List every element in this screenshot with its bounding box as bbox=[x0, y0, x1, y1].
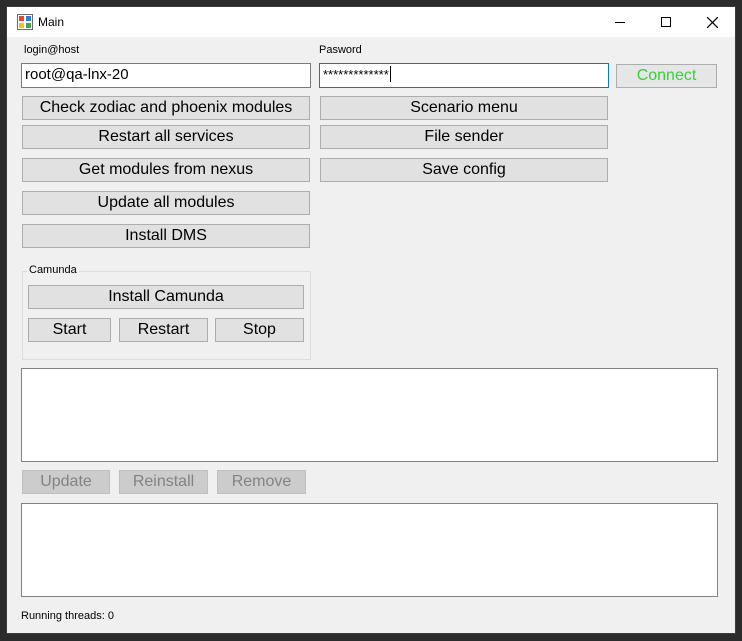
file-sender-label: File sender bbox=[424, 128, 504, 145]
password-value: ************* bbox=[323, 67, 389, 82]
reinstall-button[interactable]: Reinstall bbox=[119, 470, 208, 494]
get-modules-nexus-button[interactable]: Get modules from nexus bbox=[22, 158, 310, 182]
restart-services-button[interactable]: Restart all services bbox=[22, 125, 310, 149]
save-config-button[interactable]: Save config bbox=[320, 158, 608, 182]
get-modules-nexus-label: Get modules from nexus bbox=[78, 161, 254, 178]
text-caret bbox=[389, 66, 391, 82]
update-button[interactable]: Update bbox=[22, 470, 110, 494]
camunda-group-legend: Camunda bbox=[27, 264, 79, 276]
app-icon bbox=[17, 14, 33, 30]
check-modules-button[interactable]: Check zodiac and phoenix modules bbox=[22, 96, 310, 120]
main-window: Main login@host root@qa-lnx-20 Pasword *… bbox=[6, 6, 736, 634]
install-camunda-button[interactable]: Install Camunda bbox=[28, 285, 304, 309]
update-all-modules-button[interactable]: Update all modules bbox=[22, 191, 310, 215]
password-label: Pasword bbox=[319, 44, 362, 56]
connect-label: Connect bbox=[636, 67, 697, 84]
camunda-stop-label: Stop bbox=[243, 321, 276, 338]
log-output-box[interactable] bbox=[21, 503, 718, 597]
install-camunda-label: Install Camunda bbox=[108, 288, 224, 305]
camunda-stop-button[interactable]: Stop bbox=[215, 318, 304, 342]
close-icon bbox=[706, 16, 718, 28]
file-sender-button[interactable]: File sender bbox=[320, 125, 608, 149]
restart-services-label: Restart all services bbox=[98, 128, 234, 145]
window-title: Main bbox=[38, 15, 65, 29]
update-label: Update bbox=[40, 473, 92, 490]
login-label: login@host bbox=[24, 44, 80, 56]
modules-list-box[interactable] bbox=[21, 368, 718, 462]
camunda-start-label: Start bbox=[52, 321, 87, 338]
minimize-icon bbox=[615, 22, 625, 23]
install-dms-button[interactable]: Install DMS bbox=[22, 224, 310, 248]
check-modules-label: Check zodiac and phoenix modules bbox=[39, 99, 293, 116]
install-dms-label: Install DMS bbox=[125, 227, 207, 244]
camunda-start-button[interactable]: Start bbox=[28, 318, 111, 342]
camunda-restart-label: Restart bbox=[137, 321, 190, 338]
password-input[interactable]: ************* bbox=[319, 63, 609, 88]
title-bar[interactable]: Main bbox=[7, 7, 735, 37]
reinstall-label: Reinstall bbox=[132, 473, 195, 490]
maximize-button[interactable] bbox=[643, 7, 689, 37]
close-button[interactable] bbox=[689, 7, 735, 37]
login-input[interactable]: root@qa-lnx-20 bbox=[21, 63, 311, 88]
remove-button[interactable]: Remove bbox=[217, 470, 306, 494]
camunda-restart-button[interactable]: Restart bbox=[119, 318, 208, 342]
maximize-icon bbox=[661, 17, 671, 27]
running-threads-status: Running threads: 0 bbox=[21, 610, 114, 622]
login-value: root@qa-lnx-20 bbox=[25, 66, 129, 83]
scenario-menu-button[interactable]: Scenario menu bbox=[320, 96, 608, 120]
save-config-label: Save config bbox=[422, 161, 506, 178]
scenario-menu-label: Scenario menu bbox=[410, 99, 518, 116]
remove-label: Remove bbox=[231, 473, 292, 490]
update-all-modules-label: Update all modules bbox=[97, 194, 235, 211]
minimize-button[interactable] bbox=[597, 7, 643, 37]
connect-button[interactable]: Connect bbox=[616, 64, 717, 88]
